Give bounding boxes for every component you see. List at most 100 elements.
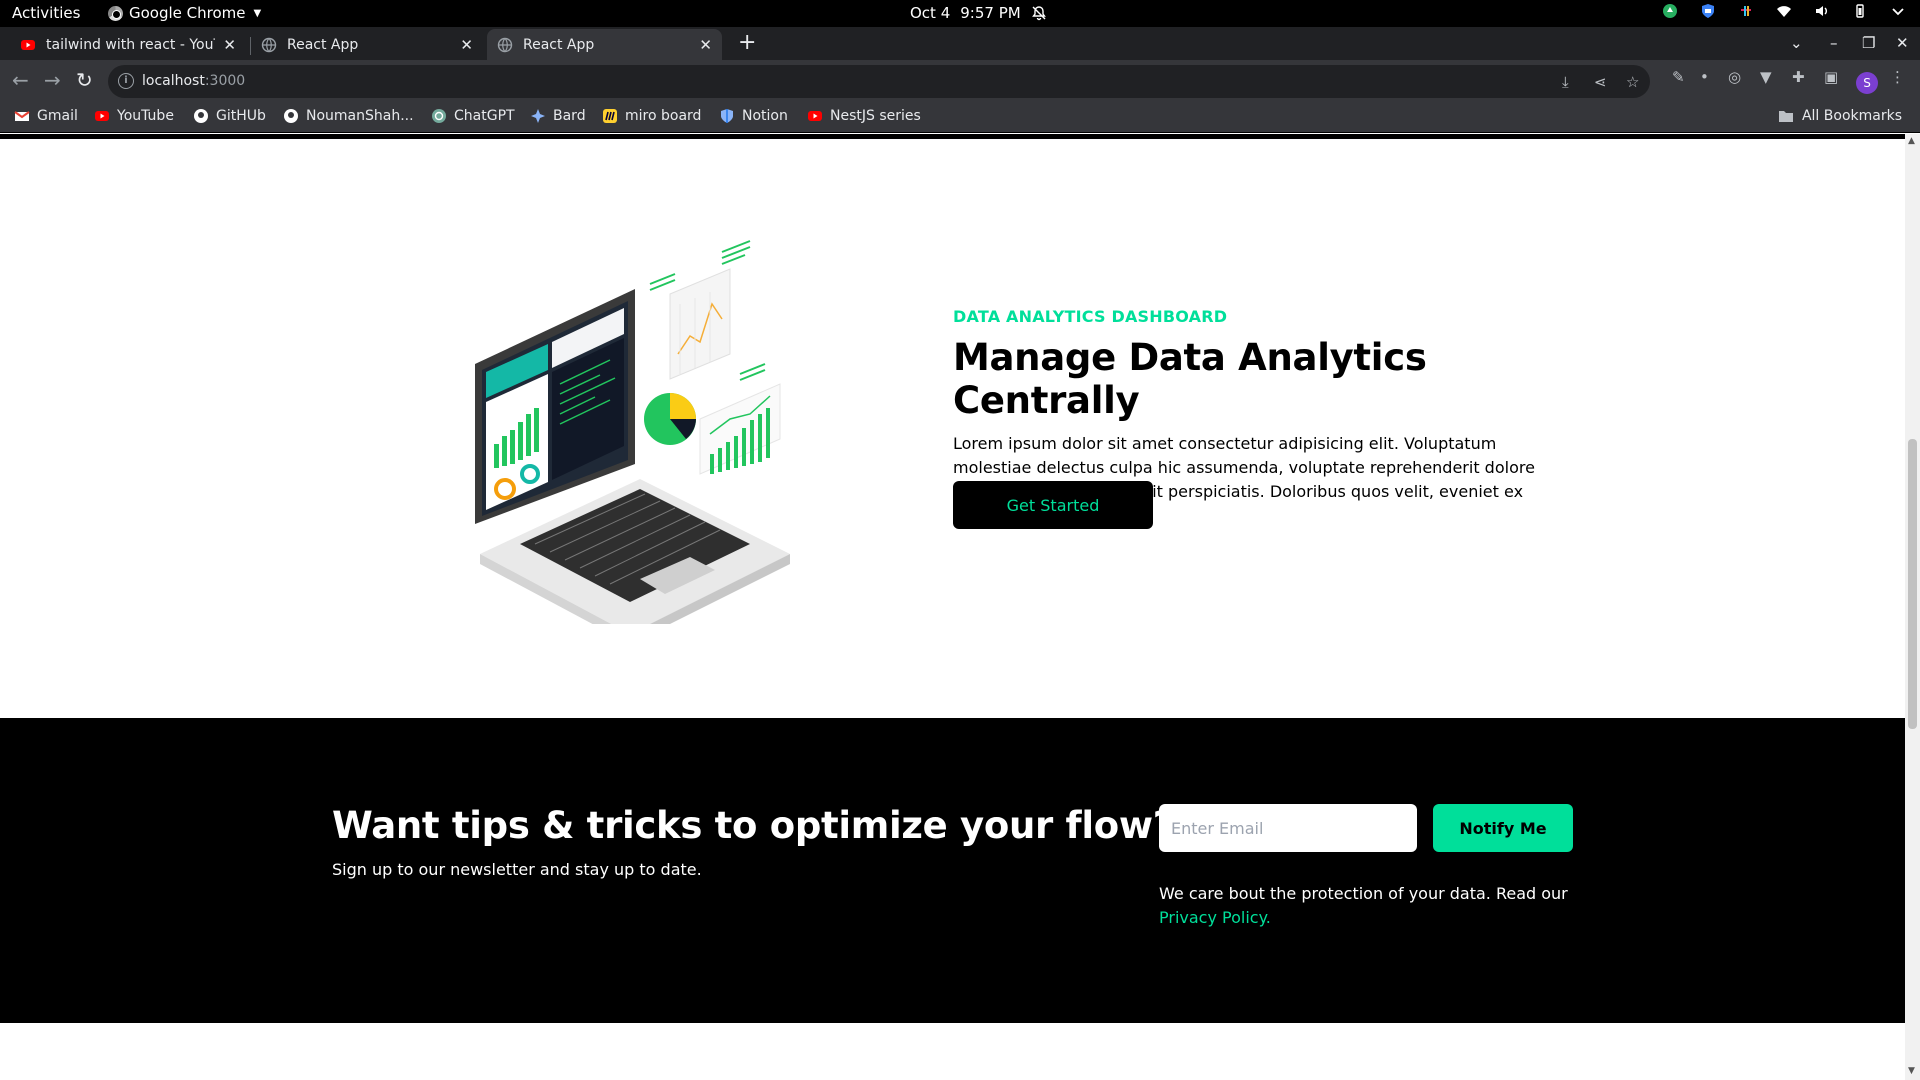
chrome-icon <box>108 5 123 21</box>
bookmark-star-icon[interactable]: ☆ <box>1626 73 1639 91</box>
menu-kebab-icon[interactable]: ⋮ <box>1890 68 1905 86</box>
privacy-policy-link[interactable]: Privacy Policy. <box>1159 906 1579 930</box>
forward-icon[interactable]: → <box>44 70 61 90</box>
profile-avatar[interactable]: S <box>1856 72 1878 94</box>
new-tab-icon[interactable]: + <box>738 32 756 54</box>
newsletter-title: Want tips & tricks to optimize your flow… <box>332 804 1174 847</box>
close-icon[interactable]: ✕ <box>460 36 473 54</box>
get-started-button[interactable]: Get Started <box>953 481 1153 529</box>
github-icon <box>194 109 208 123</box>
battery-icon <box>1856 4 1864 18</box>
address-bar[interactable]: i localhost:3000 ⤓ ⋖ ☆ <box>108 65 1650 98</box>
close-icon[interactable]: ✕ <box>223 36 236 54</box>
bookmark-label: Notion <box>742 108 788 124</box>
bookmark-label: YouTube <box>117 108 174 124</box>
bookmark-label: NestJS series <box>830 108 921 124</box>
scroll-down-arrow-icon[interactable]: ▼ <box>1908 1066 1915 1076</box>
folder-icon <box>1778 111 1793 122</box>
bookmark-label: ChatGPT <box>454 108 515 124</box>
tab-search-icon[interactable]: ⌄ <box>1790 34 1803 52</box>
tab-react-app-active[interactable]: React App ✕ <box>487 29 722 60</box>
hero-title: Manage Data Analytics Centrally <box>953 336 1427 422</box>
tab-react-app-1[interactable]: React App ✕ <box>251 29 483 60</box>
clock-time: 9:57 PM <box>960 4 1021 22</box>
youtube-icon <box>21 39 35 50</box>
bookmark-chatgpt[interactable]: ChatGPT <box>431 108 515 124</box>
bookmark-miro[interactable]: miro board <box>602 108 701 124</box>
activities-button[interactable]: Activities <box>12 4 80 22</box>
bookmark-gmail[interactable]: Gmail <box>14 108 78 124</box>
volume-icon <box>1816 6 1827 16</box>
tab-title: React App <box>523 36 595 53</box>
bookmarks-bar: Gmail YouTube GitHUb NoumanShah... ChatG… <box>0 103 1920 133</box>
install-app-icon[interactable]: ⤓ <box>1562 73 1569 91</box>
scrollbar-thumb[interactable] <box>1908 439 1917 729</box>
page-scrollbar[interactable]: ▲ ▼ <box>1905 134 1920 1080</box>
bookmark-noumanshah[interactable]: NoumanShah... <box>283 108 414 124</box>
clock[interactable]: Oct 4 9:57 PM <box>910 4 1047 22</box>
shield-icon <box>1702 4 1714 18</box>
bookmark-label: NoumanShah... <box>306 108 414 124</box>
privacy-note: We care bout the protection of your data… <box>1159 882 1579 930</box>
bookmark-label: GitHUb <box>216 108 266 124</box>
youtube-icon <box>808 111 822 121</box>
data-analytics-illustration <box>475 240 790 624</box>
url-text[interactable]: localhost:3000 <box>142 73 245 89</box>
chatgpt-icon <box>432 109 446 123</box>
page-viewport: DATA ANALYTICS DASHBOARD Manage Data Ana… <box>0 134 1920 1080</box>
scroll-up-arrow-icon[interactable]: ▲ <box>1908 136 1915 146</box>
share-icon[interactable]: ⋖ <box>1594 73 1607 91</box>
hero-eyebrow: DATA ANALYTICS DASHBOARD <box>953 307 1228 326</box>
all-bookmarks-label: All Bookmarks <box>1801 108 1902 124</box>
tab-youtube[interactable]: tailwind with react - YouTube ✕ <box>10 29 246 60</box>
browser-toolbar: ← → ↻ i localhost:3000 ⤓ ⋖ ☆ ✎ • ◎ ▼ ✚ ▣… <box>0 60 1920 103</box>
extensions-puzzle-icon[interactable]: ✚ <box>1792 68 1805 86</box>
bookmark-label: Bard <box>553 108 586 124</box>
youtube-icon <box>95 111 109 121</box>
extension-circle-icon[interactable]: ◎ <box>1728 68 1741 86</box>
notify-me-button[interactable]: Notify Me <box>1433 804 1573 852</box>
extension-vue-icon[interactable]: ▼ <box>1760 68 1772 86</box>
minimize-icon[interactable]: – <box>1830 34 1838 52</box>
back-icon[interactable]: ← <box>12 70 29 90</box>
notion-icon <box>721 109 733 123</box>
extension-pen-icon[interactable]: ✎ <box>1672 68 1685 86</box>
maximize-icon[interactable]: ❐ <box>1862 34 1875 52</box>
gmail-icon <box>14 111 30 121</box>
globe-icon <box>497 37 513 52</box>
power-menu-icon <box>1892 8 1904 16</box>
all-bookmarks-button[interactable]: All Bookmarks <box>1778 108 1902 124</box>
newsletter-section: Want tips & tricks to optimize your flow… <box>0 718 1905 1023</box>
site-info-icon[interactable]: i <box>118 73 134 89</box>
wifi-icon <box>1777 6 1791 17</box>
app-name: Google Chrome <box>129 4 246 22</box>
extension-dot-icon[interactable]: • <box>1700 68 1709 86</box>
github-icon <box>284 109 298 123</box>
slack-icon <box>1741 6 1751 16</box>
newsletter-subtitle: Sign up to our newsletter and stay up to… <box>332 860 702 879</box>
close-window-icon[interactable]: ✕ <box>1896 34 1909 52</box>
bookmark-github[interactable]: GitHUb <box>193 108 266 124</box>
privacy-text: We care bout the protection of your data… <box>1159 884 1568 903</box>
email-input[interactable] <box>1159 804 1417 852</box>
app-menu[interactable]: Google Chrome ▼ <box>108 4 261 22</box>
reload-icon[interactable]: ↻ <box>76 70 93 90</box>
recycle-icon <box>1663 4 1677 18</box>
tab-title: React App <box>287 36 359 53</box>
bookmark-label: Gmail <box>37 108 78 124</box>
bookmark-notion[interactable]: Notion <box>719 108 788 124</box>
bookmark-nestjs[interactable]: NestJS series <box>807 108 921 124</box>
caret-down-icon: ▼ <box>253 7 262 19</box>
navbar-bottom-edge <box>0 134 1905 139</box>
side-panel-icon[interactable]: ▣ <box>1824 68 1838 86</box>
tab-strip: tailwind with react - YouTube ✕ React Ap… <box>0 27 1920 60</box>
close-icon[interactable]: ✕ <box>699 36 712 54</box>
bard-icon <box>531 109 545 123</box>
bell-muted-icon <box>1031 6 1046 21</box>
system-top-bar: Activities Google Chrome ▼ Oct 4 9:57 PM <box>0 0 1920 27</box>
globe-icon <box>261 37 277 52</box>
bookmark-bard[interactable]: Bard <box>530 108 586 124</box>
bookmark-youtube[interactable]: YouTube <box>94 108 174 124</box>
system-tray[interactable] <box>1662 3 1906 19</box>
bookmark-label: miro board <box>625 108 702 124</box>
